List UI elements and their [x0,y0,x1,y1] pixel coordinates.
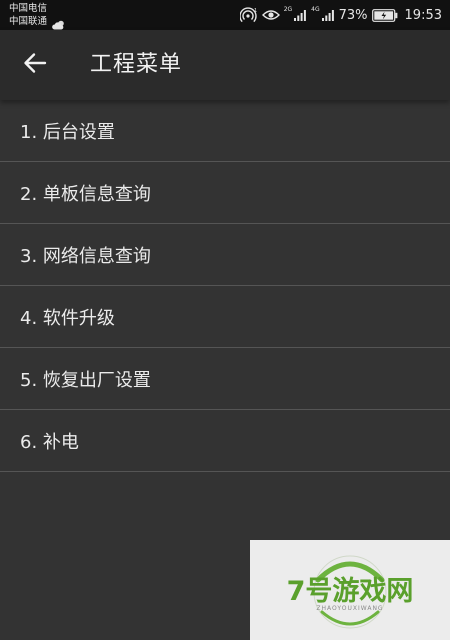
svg-text:1: 1 [254,8,257,14]
menu-item-label: 3. 网络信息查询 [20,245,151,267]
watermark-subtitle: ZHAOYOUXIWANG [316,605,383,612]
hotspot-icon: 1 [239,7,258,23]
signal-icon-2 [321,8,335,22]
menu-item-label: 5. 恢复出厂设置 [20,369,151,391]
menu-item-recharge[interactable]: 6. 补电 [0,410,450,472]
carrier-2: 中国联通 [9,16,48,27]
menu-item-factory-reset[interactable]: 5. 恢复出厂设置 [0,348,450,410]
network-type-1: 2G [283,6,293,13]
network-type-2: 4G [311,6,320,13]
menu-item-board-info[interactable]: 2. 单板信息查询 [0,162,450,224]
battery-icon [371,8,398,22]
app-bar: 工程菜单 [0,30,450,100]
page-title: 工程菜单 [90,52,183,77]
signal-icon-1 [293,8,307,22]
menu-item-label: 6. 补电 [20,431,79,453]
back-button[interactable] [18,50,52,80]
menu-list: 1. 后台设置 2. 单板信息查询 3. 网络信息查询 4. 软件升级 5. 恢… [0,100,450,472]
status-bar: 中国电信 中国联通 1 2G 4G 73% 19:53 [0,0,450,30]
eye-comfort-icon [261,8,280,22]
watermark-brand: 7号游戏网 [287,576,414,607]
menu-item-network-info[interactable]: 3. 网络信息查询 [0,224,450,286]
menu-item-background-settings[interactable]: 1. 后台设置 [0,100,450,162]
watermark-logo: 7号游戏网 ZHAOYOUXIWANG [287,555,414,629]
carrier-info: 中国电信 中国联通 [9,2,47,28]
weather-cloud-icon [52,15,66,30]
menu-item-label: 4. 软件升级 [20,307,115,329]
watermark: 7号游戏网 ZHAOYOUXIWANG [250,540,450,640]
menu-item-label: 2. 单板信息查询 [20,183,151,205]
arrow-left-icon [23,52,47,78]
battery-percent: 73% [338,7,368,23]
clock: 19:53 [404,7,442,23]
status-icons: 1 2G 4G 73% 19:53 [239,6,442,24]
carrier-1: 中国电信 [9,3,48,14]
menu-item-label: 1. 后台设置 [20,121,115,143]
menu-item-software-upgrade[interactable]: 4. 软件升级 [0,286,450,348]
